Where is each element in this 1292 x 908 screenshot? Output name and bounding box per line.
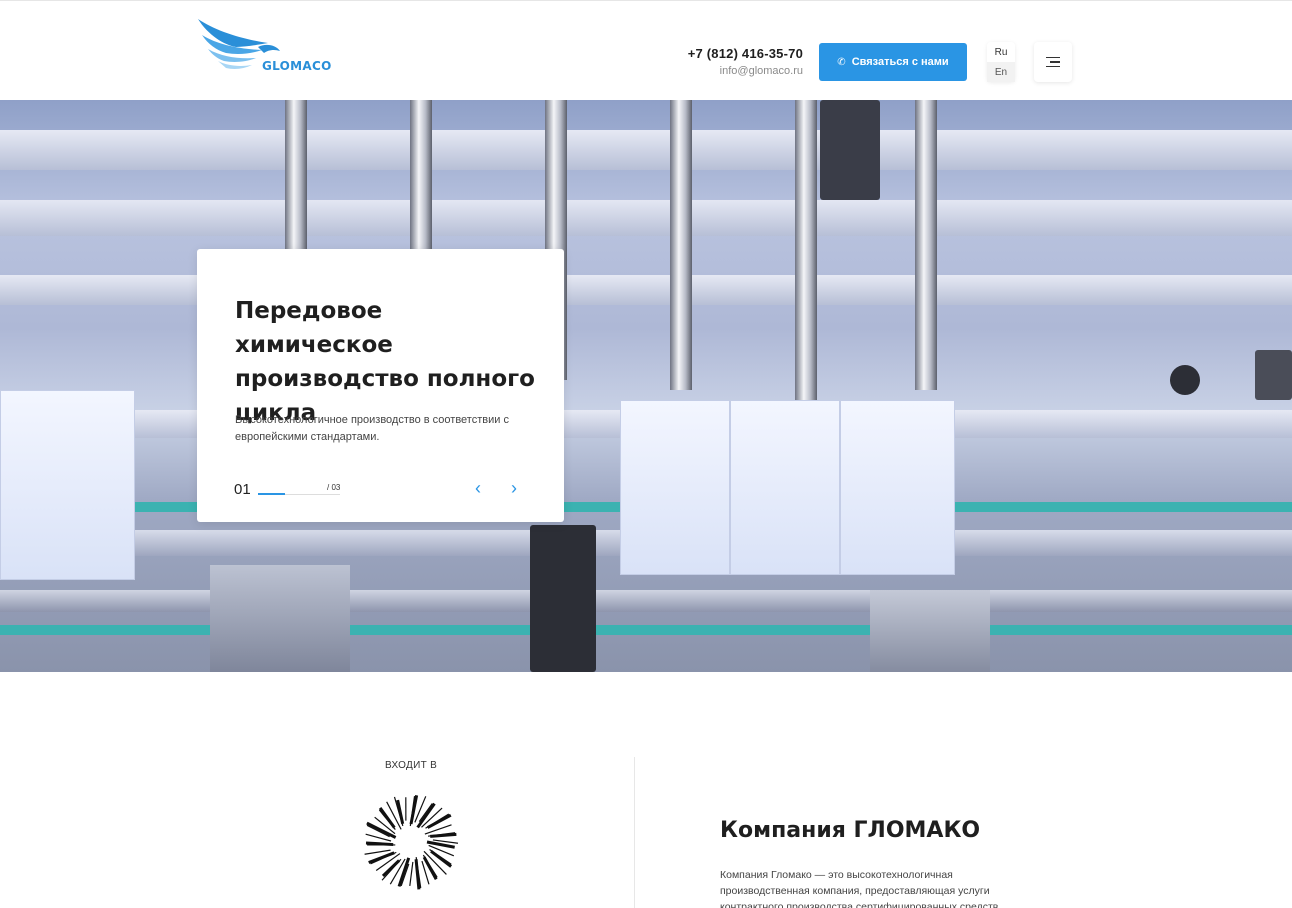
email-address[interactable]: info@glomaco.ru: [688, 65, 803, 77]
logo-text: GLOMACO: [262, 59, 332, 73]
slide-progress-bar: [258, 493, 340, 495]
about-text: Компания Гломако — это высокотехнологичн…: [720, 869, 999, 908]
lang-ru[interactable]: Ru: [987, 42, 1015, 62]
lang-en[interactable]: En: [987, 62, 1015, 82]
hero-title: Передовое химическое производство полног…: [235, 298, 535, 426]
site-header: GLOMACO +7 (812) 416-35-70 info@glomaco.…: [0, 0, 1292, 100]
chevron-left-icon[interactable]: ‹: [468, 478, 488, 498]
hero-slide-card: Передовое химическое производство полног…: [197, 249, 564, 522]
contact-us-label: Связаться с нами: [851, 56, 949, 68]
language-switcher: Ru En: [987, 42, 1015, 82]
section-divider: [634, 757, 635, 908]
contact-us-button[interactable]: ✆ Связаться с нами: [819, 43, 967, 81]
chevron-right-icon[interactable]: ›: [504, 478, 524, 498]
logo[interactable]: GLOMACO: [196, 17, 336, 77]
phone-number[interactable]: +7 (812) 416-35-70: [688, 46, 803, 61]
about-title: Компания ГЛОМАКО: [720, 818, 981, 843]
hero-subtitle: Высокотехнологичное производство в соотв…: [235, 414, 509, 443]
contact-info: +7 (812) 416-35-70 info@glomaco.ru: [688, 46, 803, 77]
hamburger-icon[interactable]: [1034, 42, 1072, 82]
total-slides: / 03: [327, 483, 341, 492]
current-slide-number: 01: [234, 481, 251, 498]
part-of-label: ВХОДИТ В: [385, 760, 438, 771]
slide-progress-fill: [258, 493, 286, 495]
group-emblem-icon[interactable]: [361, 792, 461, 892]
hero-banner: Передовое химическое производство полног…: [0, 100, 1292, 672]
phone-icon: ✆: [837, 56, 846, 68]
about-section: ВХОДИТ В Компания ГЛОМАКО Компания Глома…: [0, 672, 1292, 908]
